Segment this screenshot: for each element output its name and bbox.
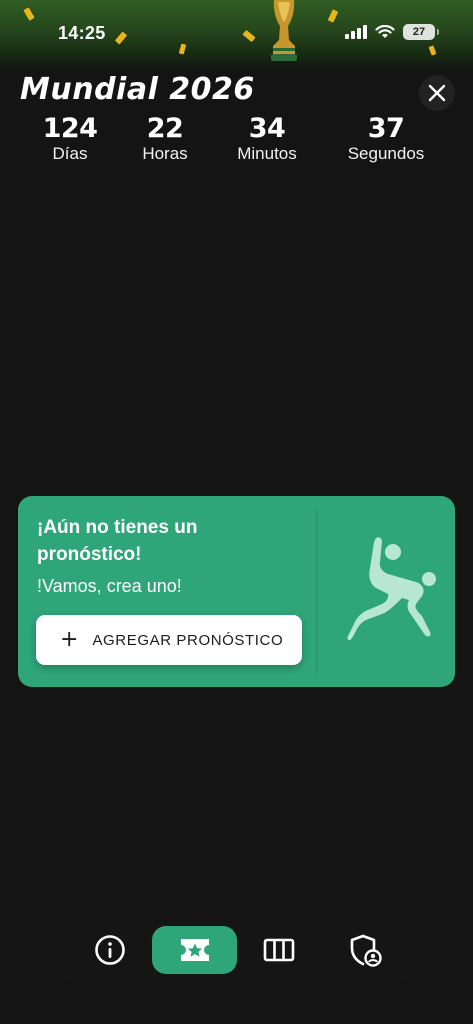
nav-profile[interactable] <box>343 926 387 974</box>
bicycle-kick-player-icon <box>347 537 436 641</box>
countdown-minutes: 34 Minutos <box>217 113 317 163</box>
card-divider <box>316 510 317 673</box>
countdown-days-value: 124 <box>42 113 98 144</box>
page-title: Mundial 2026 <box>20 72 255 107</box>
card-title: ¡Aún no tienes un pronóstico! <box>37 517 198 565</box>
ticket-star-icon <box>180 939 209 961</box>
countdown-days-label: Días <box>52 144 88 163</box>
signal-icon <box>345 25 367 39</box>
wifi-icon <box>375 25 395 38</box>
status-time: 14:25 <box>58 23 106 43</box>
countdown-hours: 22 Horas <box>115 113 215 163</box>
confetti <box>428 45 437 56</box>
countdown-days: 124 Días <box>20 113 120 163</box>
close-button[interactable] <box>419 75 455 111</box>
confetti <box>23 7 35 21</box>
close-icon <box>428 84 446 102</box>
battery-level: 27 <box>412 26 426 38</box>
add-prediction-label: AGREGAR PRONÓSTICO <box>92 631 284 649</box>
confetti <box>114 31 128 45</box>
prediction-card: ¡Aún no tienes un pronóstico! !Vamos, cr… <box>18 496 455 687</box>
countdown-seconds-label: Segundos <box>347 144 425 163</box>
countdown-minutes-value: 34 <box>248 113 286 144</box>
countdown-minutes-label: Minutos <box>237 144 297 163</box>
columns-icon <box>263 938 295 962</box>
confetti <box>327 9 339 23</box>
trophy-icon <box>271 0 297 61</box>
nav-predictions[interactable] <box>152 926 237 974</box>
countdown: 124 Días 22 Horas 34 Minutos 37 Segundos <box>0 113 473 165</box>
add-prediction-button[interactable]: + AGREGAR PRONÓSTICO <box>36 615 302 665</box>
card-subtitle: !Vamos, crea uno! <box>37 576 182 596</box>
battery-icon: 27 <box>403 24 439 40</box>
nav-brackets[interactable] <box>257 926 301 974</box>
nav-info[interactable] <box>88 926 132 974</box>
plus-icon: + <box>60 627 79 652</box>
countdown-hours-label: Horas <box>142 144 188 163</box>
countdown-hours-value: 22 <box>146 113 184 144</box>
countdown-seconds-value: 37 <box>367 113 405 144</box>
info-icon <box>95 935 125 965</box>
shield-user-icon <box>350 934 382 967</box>
status-icons: 27 <box>345 24 439 40</box>
confetti <box>242 29 256 43</box>
confetti <box>178 43 187 55</box>
countdown-seconds: 37 Segundos <box>336 113 436 163</box>
